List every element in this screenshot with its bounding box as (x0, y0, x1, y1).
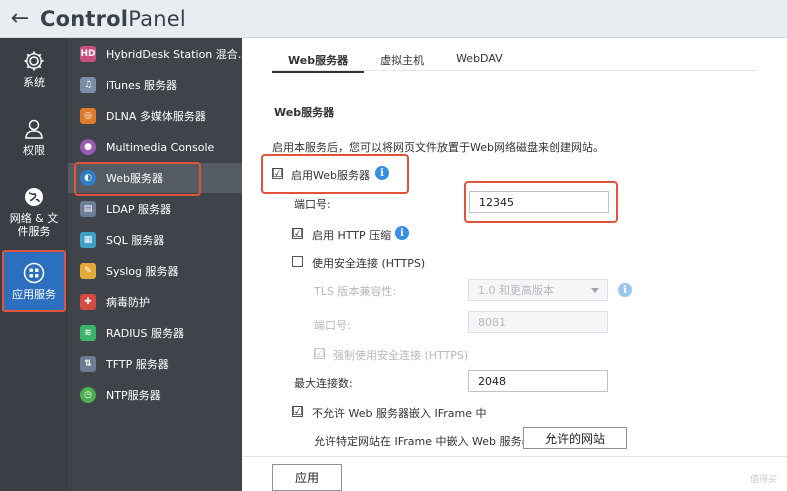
radius-icon: ≋ (80, 325, 96, 341)
selection-highlight (74, 162, 201, 196)
syslog-icon: ✎ (80, 263, 96, 279)
list-item-radius[interactable]: ≋ RADIUS 服务器 (68, 318, 242, 348)
globe-icon (25, 188, 43, 206)
enable-web-checkbox[interactable]: ☑ (272, 166, 283, 180)
list-item-label: LDAP 服务器 (106, 203, 172, 216)
list-item-itunes[interactable]: ♫ iTunes 服务器 (68, 70, 242, 100)
list-item-label: iTunes 服务器 (106, 79, 178, 92)
list-item-multimedia[interactable]: ● Multimedia Console (68, 132, 242, 162)
list-item-label: DLNA 多媒体服务器 (106, 110, 206, 123)
multimedia-icon: ● (80, 139, 96, 155)
rail-label: 权限 (23, 144, 45, 157)
section-title: Web服务器 (274, 106, 335, 119)
list-item-sql[interactable]: ▦ SQL 服务器 (68, 225, 242, 255)
rail-item-permissions[interactable]: 权限 (0, 118, 68, 157)
itunes-icon: ♫ (80, 77, 96, 93)
footer-divider (242, 456, 787, 457)
iframe-allow-label: 允许特定网站在 IFrame 中嵌入 Web 服务器 (314, 435, 533, 448)
http-compress-checkbox[interactable]: ☑ (292, 226, 303, 240)
tab-divider (272, 70, 757, 71)
list-item-dlna[interactable]: ◎ DLNA 多媒体服务器 (68, 101, 242, 131)
force-https-label: 强制使用安全连接 (HTTPS) (333, 349, 469, 362)
max-conn-input[interactable]: 2048 (468, 370, 608, 392)
apps-icon (23, 262, 45, 283)
port-label: 端口号: (294, 198, 331, 211)
list-item-label: HybridDesk Station 混合… (106, 48, 242, 61)
tftp-icon: ⇅ (80, 356, 96, 372)
rail-item-applications[interactable]: 应用服务 (2, 250, 66, 312)
list-item-ntp[interactable]: ◷ NTP服务器 (68, 380, 242, 410)
rail-item-system[interactable]: 系统 (0, 50, 68, 89)
force-https-checkbox[interactable]: ☑ (314, 346, 325, 360)
category-rail: 系统 权限 网络 & 文件服务 应用服务 (0, 38, 68, 491)
watermark: 值得买 (749, 475, 777, 485)
rail-item-network[interactable]: 网络 & 文件服务 (0, 186, 68, 238)
sql-icon: ▦ (80, 232, 96, 248)
iframe-label: 不允许 Web 服务器嵌入 IFrame 中 (312, 407, 487, 420)
max-conn-label: 最大连接数: (294, 377, 353, 390)
list-item-syslog[interactable]: ✎ Syslog 服务器 (68, 256, 242, 286)
list-item-ldap[interactable]: ▤ LDAP 服务器 (68, 194, 242, 224)
check-mark: ☑ (272, 166, 283, 180)
apply-button[interactable]: 应用 (272, 464, 342, 491)
content-panel: Web服务器 虚拟主机 WebDAV Web服务器 启用本服务后，您可以将网页文… (242, 38, 787, 491)
chevron-down-icon (591, 288, 599, 293)
info-icon[interactable]: i (395, 226, 409, 240)
user-icon (25, 119, 43, 139)
list-item-antivirus[interactable]: ✚ 病毒防护 (68, 287, 242, 317)
check-mark: ☑ (314, 346, 325, 360)
rail-label: 系统 (23, 76, 45, 89)
list-item-label: NTP服务器 (106, 389, 161, 402)
dlna-icon: ◎ (80, 108, 96, 124)
list-item-hybriddesk[interactable]: HD HybridDesk Station 混合… (68, 39, 242, 69)
list-item-tftp[interactable]: ⇅ TFTP 服务器 (68, 349, 242, 379)
enable-web-label: 启用Web服务器 (291, 169, 370, 182)
list-item-label: Syslog 服务器 (106, 265, 179, 278)
arrow-left-icon[interactable]: ← (0, 0, 40, 38)
tls-select[interactable]: 1.0 和更高版本 (468, 279, 608, 301)
tls-label: TLS 版本兼容性: (314, 285, 397, 298)
allowed-sites-button[interactable]: 允许的网站 (523, 427, 627, 449)
list-item-label: TFTP 服务器 (106, 358, 169, 371)
hd-icon: HD (80, 46, 96, 62)
antivirus-icon: ✚ (80, 294, 96, 310)
http-compress-label: 启用 HTTP 压缩 (312, 229, 392, 242)
info-icon[interactable]: i (375, 166, 389, 180)
rail-label: 网络 & 文件服务 (9, 212, 59, 238)
tls-select-value: 1.0 和更高版本 (478, 284, 554, 297)
iframe-checkbox[interactable]: ☑ (292, 404, 303, 418)
https-port-label: 端口号: (314, 319, 351, 332)
ntp-icon: ◷ (80, 387, 96, 403)
app-title: ControlPanel (40, 6, 186, 31)
service-list: HD HybridDesk Station 混合… ♫ iTunes 服务器 ◎… (68, 38, 242, 491)
description-text: 启用本服务后，您可以将网页文件放置于Web网络磁盘来创建网站。 (272, 141, 604, 154)
check-mark: ☑ (292, 404, 303, 418)
list-item-label: RADIUS 服务器 (106, 327, 184, 340)
gear-icon (24, 51, 44, 71)
https-port-input[interactable]: 8081 (468, 311, 608, 333)
title-bar: ← ControlPanel (0, 0, 787, 38)
info-icon[interactable]: i (618, 283, 632, 297)
list-item-label: 病毒防护 (106, 296, 150, 309)
https-checkbox[interactable] (292, 256, 303, 267)
ldap-icon: ▤ (80, 201, 96, 217)
https-label: 使用安全连接 (HTTPS) (312, 257, 426, 270)
list-item-label: Multimedia Console (106, 140, 215, 154)
rail-label: 应用服务 (12, 287, 56, 301)
port-input[interactable]: 12345 (469, 191, 609, 213)
check-mark: ☑ (292, 226, 303, 240)
list-item-label: SQL 服务器 (106, 234, 165, 247)
